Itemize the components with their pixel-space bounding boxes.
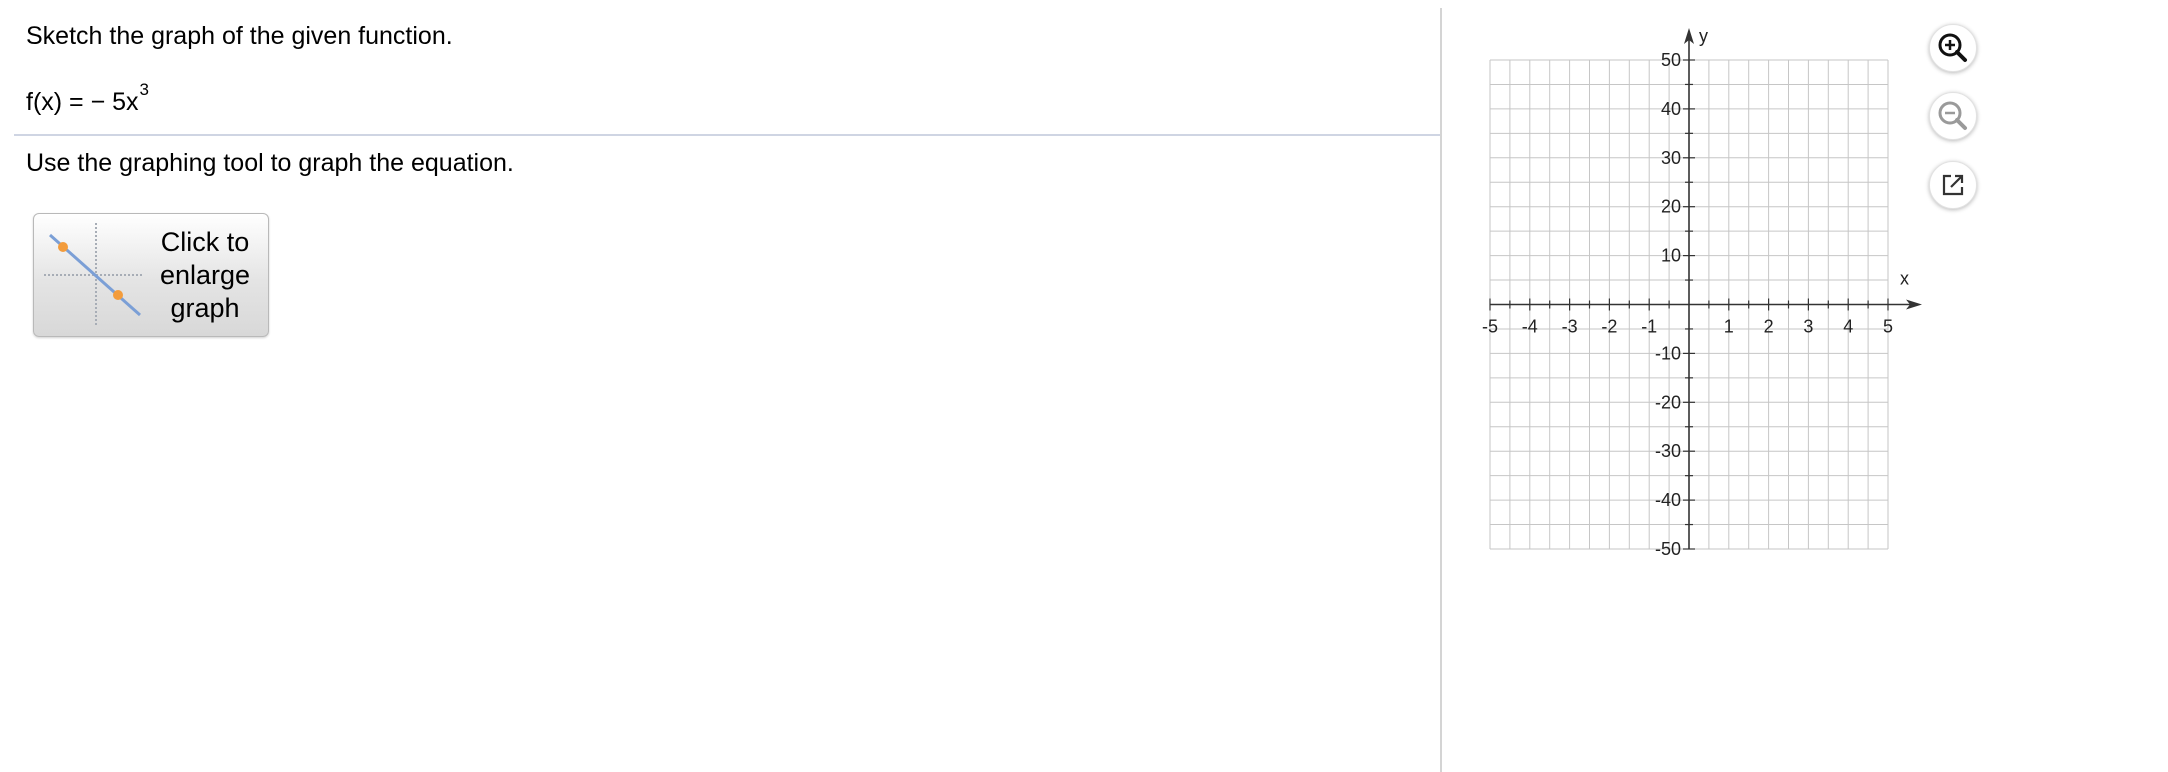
y-tick-label: -20 bbox=[1655, 392, 1681, 412]
x-tick-label: 5 bbox=[1883, 317, 1893, 337]
instruction-text: Sketch the graph of the given function. bbox=[26, 22, 453, 50]
zoom-out-button[interactable] bbox=[1929, 92, 1977, 140]
zoom-in-button[interactable] bbox=[1929, 24, 1977, 72]
enlarge-button-label[interactable]: Click to enlarge graph bbox=[146, 226, 264, 325]
y-tick-label: 20 bbox=[1661, 197, 1681, 217]
tool-instruction-text: Use the graphing tool to graph the equat… bbox=[26, 149, 514, 177]
x-tick-label: 1 bbox=[1724, 317, 1734, 337]
x-tick-label: 2 bbox=[1764, 317, 1774, 337]
y-tick-label: -50 bbox=[1655, 539, 1681, 559]
y-tick-label: 50 bbox=[1661, 50, 1681, 70]
y-tick-label: -40 bbox=[1655, 490, 1681, 510]
x-axis-label: x bbox=[1900, 269, 1909, 289]
x-tick-label: -5 bbox=[1482, 317, 1498, 337]
y-tick-label: 40 bbox=[1661, 99, 1681, 119]
y-tick-label: -30 bbox=[1655, 441, 1681, 461]
graph-thumbnail-icon bbox=[44, 223, 142, 327]
y-tick-label: 10 bbox=[1661, 246, 1681, 266]
x-tick-label: -3 bbox=[1562, 317, 1578, 337]
x-tick-labels: -5 -4 -3 -2 -1 1 2 3 4 5 bbox=[1482, 317, 1893, 337]
pane-divider bbox=[1440, 8, 1442, 772]
y-tick-label: 30 bbox=[1661, 148, 1681, 168]
y-axis-label: y bbox=[1699, 26, 1708, 46]
question-pane: Sketch the graph of the given function. … bbox=[0, 0, 1440, 772]
x-tick-label: 4 bbox=[1843, 317, 1853, 337]
zoom-out-icon bbox=[1938, 101, 1967, 130]
section-divider bbox=[14, 134, 1440, 136]
x-tick-label: -2 bbox=[1601, 317, 1617, 337]
function-base: f(x) = − 5x bbox=[26, 88, 139, 116]
zoom-in-icon bbox=[1938, 33, 1967, 62]
y-tick-label: -10 bbox=[1655, 343, 1681, 363]
coordinate-plane[interactable]: -5 -4 -3 -2 -1 1 2 3 4 5 50 40 30 20 10 -10 -20 -30 -40 -5… bbox=[1470, 22, 1930, 562]
x-tick-label: 3 bbox=[1803, 317, 1813, 337]
axes bbox=[1490, 28, 1922, 549]
function-expression: f(x) = − 5x3 bbox=[26, 80, 149, 121]
function-exponent: 3 bbox=[139, 80, 150, 99]
popout-button[interactable] bbox=[1929, 161, 1977, 209]
x-tick-label: -4 bbox=[1522, 317, 1538, 337]
x-tick-label: -1 bbox=[1641, 317, 1657, 337]
enlarge-graph-button[interactable]: Click to enlarge graph bbox=[33, 213, 269, 337]
graphing-area: -5 -4 -3 -2 -1 1 2 3 4 5 50 40 30 20 10 -10 -20 -30 -40 -5… bbox=[1470, 22, 1930, 567]
popout-icon bbox=[1942, 174, 1964, 196]
